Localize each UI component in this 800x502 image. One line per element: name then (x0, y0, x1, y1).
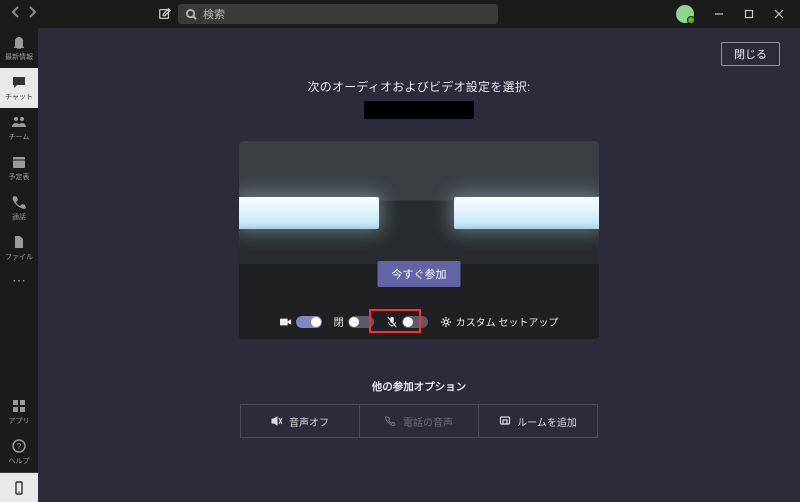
option-audio-off-label: 音声オフ (289, 414, 329, 429)
camera-preview: 今すぐ参加 閉 カスタム セットアップ (239, 141, 599, 339)
svg-text:?: ? (17, 442, 22, 451)
join-now-button[interactable]: 今すぐ参加 (378, 261, 461, 287)
close-button-label: 閉じる (734, 46, 767, 62)
forward-button[interactable] (26, 5, 38, 23)
background-label: 閉 (334, 314, 344, 329)
nav-calls[interactable]: 通話 (0, 188, 38, 228)
other-options-heading: 他の参加オプション (372, 379, 467, 394)
mic-off-icon (386, 316, 398, 328)
mic-control[interactable] (386, 316, 428, 328)
option-phone-audio: 電話の音声 (359, 404, 479, 438)
nav-teams-label: チーム (9, 132, 30, 142)
nav-more[interactable]: ⋯ (12, 268, 26, 295)
prejoin-panel: 閉じる 次のオーディオおよびビデオ設定を選択: 今すぐ参加 閉 (38, 28, 800, 502)
history-nav (10, 5, 38, 23)
compose-button[interactable] (158, 7, 172, 21)
device-controls: 閉 カスタム セットアップ (239, 314, 599, 329)
phone-icon (385, 415, 397, 427)
custom-setup-label: カスタム セットアップ (456, 314, 559, 329)
search-icon (186, 9, 197, 20)
mic-toggle[interactable] (402, 316, 428, 328)
video-control[interactable] (280, 316, 322, 328)
join-now-label: 今すぐ参加 (392, 269, 447, 281)
maximize-button[interactable] (734, 3, 764, 25)
nav-apps-label: アプリ (9, 416, 30, 426)
background-toggle[interactable] (348, 316, 374, 328)
window-controls (704, 3, 794, 25)
prejoin-heading: 次のオーディオおよびビデオ設定を選択: (307, 78, 530, 95)
video-icon (280, 316, 292, 328)
nav-calls-label: 通話 (12, 212, 26, 222)
gear-icon (440, 316, 452, 328)
nav-teams[interactable]: チーム (0, 108, 38, 148)
nav-calendar[interactable]: 予定表 (0, 148, 38, 188)
close-button[interactable]: 閉じる (721, 42, 780, 66)
titlebar: 検索 (0, 0, 800, 28)
nav-chat-label: チャット (5, 92, 33, 102)
option-phone-audio-label: 電話の音声 (403, 414, 453, 429)
nav-files-label: ファイル (5, 252, 33, 262)
meeting-name-redacted (364, 101, 474, 119)
room-icon (499, 415, 511, 427)
nav-chat[interactable]: チャット (0, 68, 38, 108)
option-add-room-label: ルームを追加 (517, 414, 577, 429)
nav-activity[interactable]: 最新情報 (0, 28, 38, 68)
nav-calendar-label: 予定表 (9, 172, 30, 182)
custom-setup-button[interactable]: カスタム セットアップ (440, 314, 559, 329)
option-add-room[interactable]: ルームを追加 (478, 404, 598, 438)
nav-apps[interactable]: アプリ (0, 392, 38, 432)
speaker-off-icon (271, 415, 283, 427)
nav-help[interactable]: ? ヘルプ (0, 432, 38, 472)
search-input[interactable]: 検索 (178, 4, 498, 24)
video-toggle[interactable] (296, 316, 322, 328)
nav-activity-label: 最新情報 (5, 52, 33, 62)
minimize-button[interactable] (704, 3, 734, 25)
avatar[interactable] (676, 5, 694, 23)
option-audio-off[interactable]: 音声オフ (240, 404, 360, 438)
nav-device[interactable] (0, 472, 38, 502)
nav-files[interactable]: ファイル (0, 228, 38, 268)
other-options-row: 音声オフ 電話の音声 ルームを追加 (240, 404, 598, 438)
search-placeholder: 検索 (203, 6, 225, 22)
back-button[interactable] (10, 5, 22, 23)
nav-rail: 最新情報 チャット チーム 予定表 通話 ファイル ⋯ アプリ ? (0, 28, 38, 502)
background-control[interactable]: 閉 (334, 314, 374, 329)
close-window-button[interactable] (764, 3, 794, 25)
nav-help-label: ヘルプ (9, 456, 30, 466)
